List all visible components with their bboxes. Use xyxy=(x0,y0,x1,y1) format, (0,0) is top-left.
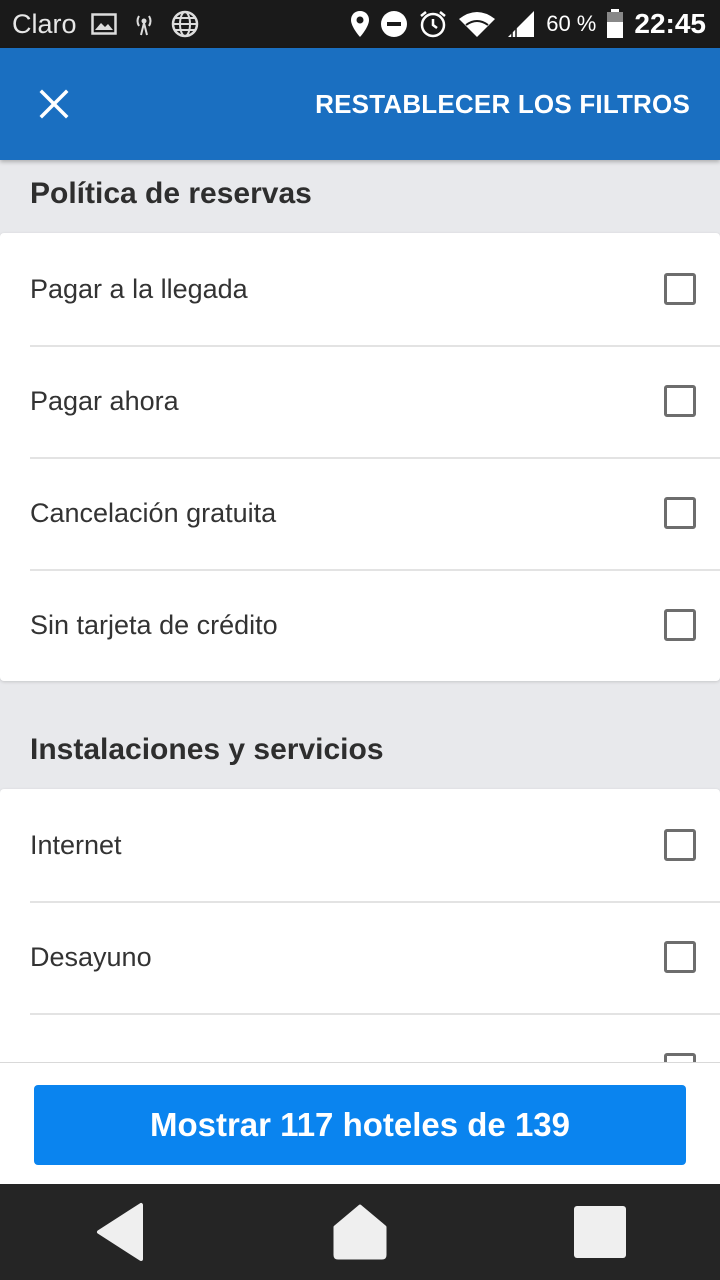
option-label: Internet xyxy=(30,829,122,860)
signal-icon xyxy=(506,10,536,38)
option-no-credit-card[interactable]: Sin tarjeta de crédito xyxy=(0,569,720,681)
reset-filters-button[interactable]: RESTABLECER LOS FILTROS xyxy=(315,89,690,120)
checkbox[interactable] xyxy=(664,385,696,417)
show-hotels-button[interactable]: Mostrar 117 hoteles de 139 xyxy=(34,1085,686,1165)
back-icon[interactable] xyxy=(70,1184,170,1280)
option-internet[interactable]: Internet xyxy=(0,789,720,901)
option-label: Sin tarjeta de crédito xyxy=(30,609,278,640)
option-pay-on-arrival[interactable]: Pagar a la llegada xyxy=(0,233,720,345)
option-label: Desayuno xyxy=(30,941,152,972)
close-icon[interactable] xyxy=(34,84,74,124)
checkbox[interactable] xyxy=(664,609,696,641)
checkbox[interactable] xyxy=(664,497,696,529)
globe-icon xyxy=(171,10,199,38)
do-not-disturb-icon xyxy=(380,10,408,38)
status-bar: Claro 60 % 22:45 xyxy=(0,0,720,48)
battery-percent: 60 % xyxy=(546,11,597,36)
option-label: Cancelación gratuita xyxy=(30,497,277,528)
alarm-icon xyxy=(418,9,448,39)
filters-app-bar: RESTABLECER LOS FILTROS xyxy=(0,48,720,160)
image-icon xyxy=(90,13,117,35)
section-title-facilities: Instalaciones y servicios xyxy=(30,733,384,766)
bottom-action-bar: Mostrar 117 hoteles de 139 xyxy=(0,1062,720,1184)
carrier-name: Claro xyxy=(12,8,77,39)
checkbox[interactable] xyxy=(664,941,696,973)
booking-policy-card: Pagar a la llegada Pagar ahora Cancelaci… xyxy=(0,233,720,681)
option-label: Pagar a la llegada xyxy=(30,273,248,304)
home-icon[interactable] xyxy=(310,1184,410,1280)
option-pay-now[interactable]: Pagar ahora xyxy=(0,345,720,457)
option-breakfast[interactable]: Desayuno xyxy=(0,901,720,1013)
option-label: Pagar ahora xyxy=(30,385,179,416)
checkbox[interactable] xyxy=(664,1053,696,1062)
option-cut-off[interactable] xyxy=(0,1013,720,1062)
facilities-card: Internet Desayuno xyxy=(0,789,720,1062)
option-free-cancellation[interactable]: Cancelación gratuita xyxy=(0,457,720,569)
wifi-icon xyxy=(458,10,496,38)
location-icon xyxy=(350,10,370,38)
section-title-booking-policy: Política de reservas xyxy=(30,177,312,210)
recents-icon[interactable] xyxy=(550,1184,650,1280)
filters-list[interactable]: Política de reservas Pagar a la llegada … xyxy=(0,160,720,1062)
checkbox[interactable] xyxy=(664,273,696,305)
hotspot-icon xyxy=(131,11,157,37)
checkbox[interactable] xyxy=(664,829,696,861)
clock: 22:45 xyxy=(634,8,706,39)
battery-icon xyxy=(606,9,624,39)
system-nav-bar xyxy=(0,1184,720,1280)
